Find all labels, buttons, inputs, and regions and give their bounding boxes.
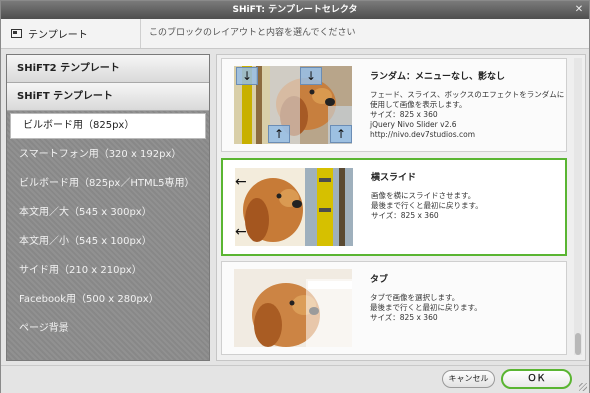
window-titlebar[interactable]: SHiFT: テンプレートセレクタ ✕ bbox=[1, 1, 589, 19]
template-info: タブ タブで画像を選択します。 最後まで行くと最初に戻ります。 サイズ：825 … bbox=[370, 272, 565, 323]
random-effect-thumbnail: ↓ ↓ ↑ ↑ bbox=[234, 66, 352, 144]
template-info: 横スライド 画像を横にスライドさせます。 最後まで行くと最初に戻ります。 サイズ… bbox=[371, 170, 566, 221]
arrow-left-icon: ← bbox=[235, 174, 247, 190]
template-name: ランダム：メニューなし、影なし bbox=[370, 72, 506, 82]
cancel-button[interactable]: キャンセル bbox=[442, 370, 495, 388]
sidebar-item-billboard[interactable]: ビルボード用（825px） bbox=[10, 113, 206, 139]
sidebar-item-billboard-html5[interactable]: ビルボード用（825px／HTML5専用） bbox=[7, 169, 209, 198]
category-shift-templates[interactable]: SHiFT テンプレート bbox=[7, 83, 209, 111]
window-title: SHiFT: テンプレートセレクタ bbox=[232, 5, 358, 15]
template-card-horizontal-slide[interactable]: ← ← 横スライド 画像を横にスライドさせます。 最後まで行くと最初に戻ります。… bbox=[221, 158, 567, 256]
tab-thumbnail-image bbox=[234, 269, 352, 347]
scrollbar-thumb[interactable] bbox=[575, 333, 581, 355]
header-template-tab: テンプレート bbox=[1, 19, 141, 48]
template-list-scrollbar[interactable] bbox=[574, 58, 582, 355]
template-description: フェード、スライス、ボックスのエフェクトをランダムに 使用して画像を表示します。… bbox=[370, 90, 565, 139]
arrow-down-icon: ↓ bbox=[236, 67, 258, 85]
sidebar-item-page-background[interactable]: ページ背景 bbox=[7, 314, 209, 343]
sidebar-item-smartphone[interactable]: スマートフォン用（320 x 192px） bbox=[7, 140, 209, 169]
close-icon[interactable]: ✕ bbox=[573, 4, 585, 16]
template-description: 画像を横にスライドさせます。 最後まで行くと最初に戻ります。 サイズ：825 x… bbox=[371, 191, 483, 220]
template-info: ランダム：メニューなし、影なし フェード、スライス、ボックスのエフェクトをランダ… bbox=[370, 69, 565, 140]
sidebar-item-side[interactable]: サイド用（210 x 210px） bbox=[7, 256, 209, 285]
ok-button[interactable]: ＯＫ bbox=[501, 369, 572, 389]
arrow-up-icon: ↑ bbox=[268, 125, 290, 143]
template-card-tab[interactable]: タブ タブで画像を選択します。 最後まで行くと最初に戻ります。 サイズ：825 … bbox=[221, 261, 567, 355]
sidebar-item-body-large[interactable]: 本文用／大（545 x 300px） bbox=[7, 198, 209, 227]
header-description: このブロックのレイアウトと内容を選んでください bbox=[149, 28, 356, 38]
category-shift2-templates[interactable]: SHiFT2 テンプレート bbox=[7, 55, 209, 83]
arrow-left-icon: ← bbox=[235, 224, 247, 240]
dialog-header: テンプレート このブロックのレイアウトと内容を選んでください bbox=[1, 19, 589, 49]
dialog-footer: キャンセル ＯＫ bbox=[1, 365, 589, 393]
template-list: ↓ ↓ ↑ ↑ ランダム：メニューなし、影なし フェード、スライス、ボックスのエ… bbox=[216, 54, 586, 361]
template-selector-window: SHiFT: テンプレートセレクタ ✕ テンプレート このブロックのレイアウトと… bbox=[0, 0, 590, 393]
horizontal-slide-thumbnail: ← ← bbox=[235, 168, 353, 246]
header-title: テンプレート bbox=[28, 30, 88, 41]
template-name: タブ bbox=[370, 275, 389, 285]
arrow-down-icon: ↓ bbox=[300, 67, 322, 85]
sidebar-item-facebook[interactable]: Facebook用（500 x 280px） bbox=[7, 285, 209, 314]
sidebar-item-body-small[interactable]: 本文用／小（545 x 100px） bbox=[7, 227, 209, 256]
slide-thumbnail-image bbox=[235, 168, 353, 246]
resize-grip-icon[interactable] bbox=[579, 383, 587, 391]
template-category-sidebar: SHiFT2 テンプレート SHiFT テンプレート ビルボード用（825px）… bbox=[6, 54, 210, 361]
template-name: 横スライド bbox=[371, 173, 417, 183]
template-icon bbox=[11, 29, 22, 38]
tab-thumbnail bbox=[234, 269, 352, 347]
template-card-random[interactable]: ↓ ↓ ↑ ↑ ランダム：メニューなし、影なし フェード、スライス、ボックスのエ… bbox=[221, 58, 567, 152]
arrow-up-icon: ↑ bbox=[330, 125, 352, 143]
template-description: タブで画像を選択します。 最後まで行くと最初に戻ります。 サイズ：825 x 3… bbox=[370, 293, 482, 322]
